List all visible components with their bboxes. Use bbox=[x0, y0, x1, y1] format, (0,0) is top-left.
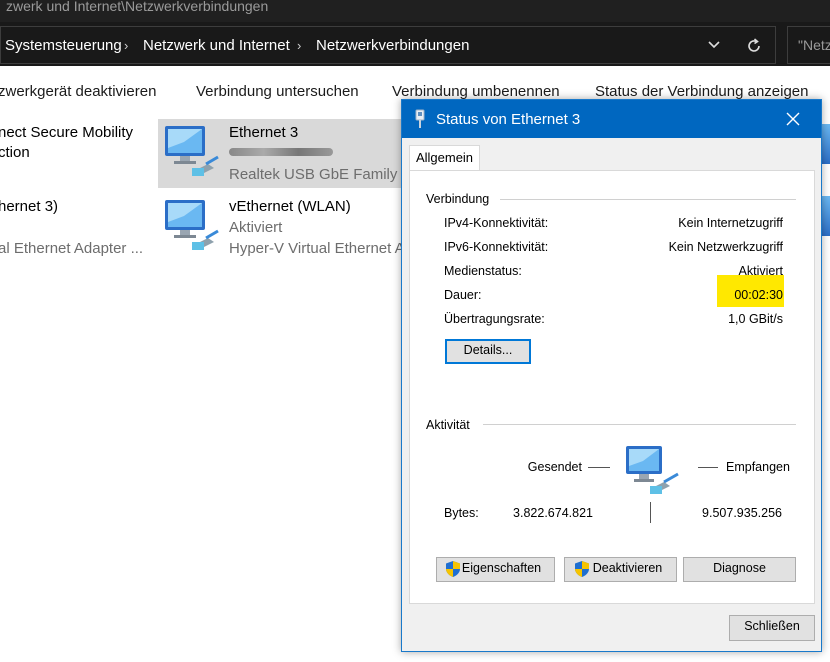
shield-icon bbox=[574, 560, 590, 584]
bytes-sent-value: 3.822.674.821 bbox=[513, 506, 593, 520]
speed-label: Übertragungsrate: bbox=[444, 312, 545, 326]
sent-line bbox=[588, 467, 610, 468]
network-adapter-icon bbox=[162, 196, 222, 261]
chevron-right-icon[interactable]: › bbox=[124, 37, 128, 55]
disable-device-button[interactable]: zwerkgerät deaktivieren bbox=[0, 83, 156, 100]
connection-device: Hyper-V Virtual Ethernet A bbox=[229, 240, 405, 257]
details-button[interactable]: Details... bbox=[445, 339, 531, 364]
section-heading-aktivitaet: Aktivität bbox=[426, 418, 470, 432]
network-plug-icon bbox=[412, 109, 428, 134]
connection-name[interactable]: hernet 3) bbox=[0, 197, 58, 217]
connection-device: Realtek USB GbE Family Co bbox=[229, 166, 421, 183]
bytes-divider bbox=[650, 502, 651, 523]
connection-name[interactable]: vEthernet (WLAN) bbox=[229, 197, 351, 217]
speed-value: 1,0 GBit/s bbox=[728, 312, 783, 326]
view-status-button[interactable]: Status der Verbindung anzeigen bbox=[595, 83, 809, 100]
media-status-label: Medienstatus: bbox=[444, 264, 522, 278]
window-title: zwerk und Internet\Netzwerkverbindungen bbox=[0, 0, 830, 22]
duration-label: Dauer: bbox=[444, 288, 482, 302]
received-label: Empfangen bbox=[726, 460, 790, 474]
ipv6-label: IPv6-Konnektivität: bbox=[444, 240, 549, 254]
diagnose-button[interactable]: Diagnose bbox=[683, 557, 796, 582]
connection-device: al Ethernet Adapter ... bbox=[0, 240, 144, 257]
diagnose-connection-button[interactable]: Verbindung untersuchen bbox=[196, 83, 359, 100]
received-line bbox=[698, 467, 718, 468]
close-icon[interactable] bbox=[780, 106, 806, 132]
disable-label: Deaktivieren bbox=[592, 561, 663, 575]
breadcrumb-netzwerkverbindungen[interactable]: Netzwerkverbindungen bbox=[316, 37, 469, 55]
chevron-down-icon[interactable] bbox=[703, 34, 725, 56]
bytes-label: Bytes: bbox=[444, 506, 479, 520]
properties-label: Eigenschaften bbox=[461, 561, 542, 575]
breadcrumb-systemsteuerung[interactable]: Systemsteuerung bbox=[5, 37, 122, 55]
rename-connection-button[interactable]: Verbindung umbenennen bbox=[392, 83, 560, 100]
tab-panel: Verbindung IPv4-Konnektivität: Kein Inte… bbox=[409, 170, 815, 604]
properties-button[interactable]: Eigenschaften bbox=[436, 557, 555, 582]
dialog-titlebar[interactable]: Status von Ethernet 3 bbox=[402, 100, 821, 138]
connection-status: Aktiviert bbox=[229, 219, 283, 236]
connection-name[interactable]: nect Secure Mobility bbox=[0, 123, 133, 143]
divider bbox=[500, 199, 796, 200]
close-button[interactable]: Schließen bbox=[729, 615, 815, 641]
ipv4-value: Kein Internetzugriff bbox=[678, 216, 783, 230]
network-adapter-icon bbox=[821, 124, 830, 164]
search-input[interactable]: "Netz bbox=[787, 26, 830, 64]
redacted-network-name bbox=[229, 148, 333, 156]
network-adapter-icon bbox=[821, 196, 830, 236]
ipv6-value: Kein Netzwerkzugriff bbox=[668, 240, 783, 254]
chevron-right-icon[interactable]: › bbox=[297, 37, 301, 55]
section-heading-verbindung: Verbindung bbox=[426, 192, 490, 206]
sent-label: Gesendet bbox=[527, 460, 582, 474]
shield-icon bbox=[445, 560, 461, 584]
tab-allgemein[interactable]: Allgemein bbox=[409, 145, 480, 171]
dialog-title: Status von Ethernet 3 bbox=[436, 111, 581, 128]
network-adapter-icon bbox=[162, 122, 222, 187]
duration-value: 00:02:30 bbox=[734, 288, 783, 302]
ipv4-label: IPv4-Konnektivität: bbox=[444, 216, 549, 230]
divider bbox=[483, 424, 796, 425]
bytes-received-value: 9.507.935.256 bbox=[702, 506, 782, 520]
disable-button[interactable]: Deaktivieren bbox=[564, 557, 677, 582]
activity-network-icon bbox=[624, 444, 686, 501]
refresh-icon[interactable] bbox=[742, 34, 766, 58]
connection-name-cont[interactable]: ction bbox=[0, 143, 30, 163]
connection-name[interactable]: Ethernet 3 bbox=[229, 123, 298, 143]
breadcrumb-netzwerk-internet[interactable]: Netzwerk und Internet bbox=[143, 37, 290, 55]
status-dialog: Status von Ethernet 3 Allgemein Verbindu… bbox=[401, 99, 822, 652]
